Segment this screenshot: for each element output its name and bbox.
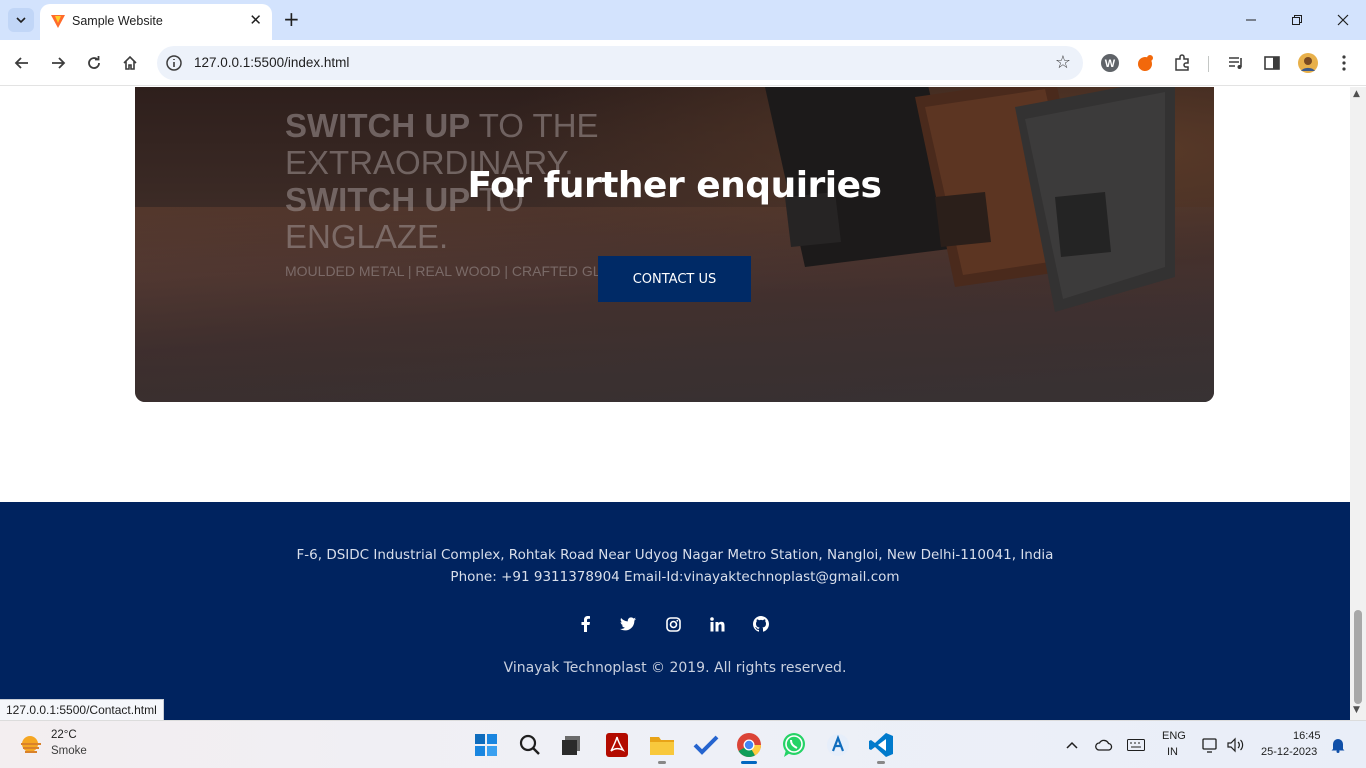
- tray-overflow-chevron-icon[interactable]: [1062, 735, 1082, 755]
- contact-us-button[interactable]: CONTACT US: [598, 256, 751, 302]
- footer-address-block: F-6, DSIDC Industrial Complex, Rohtak Ro…: [0, 544, 1350, 588]
- page-scrollbar[interactable]: ▲ ▼: [1350, 87, 1366, 720]
- vite-favicon-icon: [51, 15, 65, 28]
- footer-contact: Phone: +91 9311378904 Email-Id:vinayakte…: [450, 569, 900, 585]
- minimize-button[interactable]: [1236, 8, 1266, 32]
- reload-icon: [88, 56, 100, 69]
- site-footer: F-6, DSIDC Industrial Complex, Rohtak Ro…: [0, 502, 1350, 720]
- ad-headline-1-bold: SWITCH UP: [285, 107, 471, 144]
- search-icon[interactable]: [514, 729, 546, 761]
- footer-copyright: Vinayak Technoplast © 2019. All rights r…: [503, 660, 847, 676]
- bookmark-star-icon[interactable]: ☆: [1055, 52, 1071, 73]
- start-windows-icon[interactable]: [470, 729, 502, 761]
- chevron-down-icon: [16, 17, 26, 24]
- weather-description[interactable]: Smoke: [51, 745, 87, 757]
- scroll-up-arrow-icon[interactable]: ▲: [1353, 89, 1360, 99]
- footer-address: F-6, DSIDC Industrial Complex, Rohtak Ro…: [296, 547, 1054, 563]
- close-window-button[interactable]: [1328, 8, 1358, 32]
- toolbar-divider: [1208, 56, 1209, 72]
- arrow-right-icon: [52, 57, 66, 69]
- vscode-icon[interactable]: [865, 729, 897, 761]
- weather-smoke-icon[interactable]: [18, 732, 44, 758]
- tab-title: Sample Website: [72, 14, 163, 28]
- tab-search-button[interactable]: [8, 8, 34, 32]
- network-monitor-icon[interactable]: [1201, 735, 1221, 755]
- home-button[interactable]: [118, 51, 142, 75]
- menu-kebab-icon[interactable]: [1333, 52, 1355, 74]
- vscode-running-indicator: [877, 761, 885, 764]
- task-view-icon[interactable]: [555, 729, 587, 761]
- back-button[interactable]: [10, 51, 34, 75]
- whatsapp-icon[interactable]: [778, 729, 810, 761]
- extension-w-icon[interactable]: W: [1099, 52, 1121, 74]
- language-region[interactable]: IN: [1167, 746, 1178, 758]
- reload-button[interactable]: [82, 51, 106, 75]
- linkedin-icon[interactable]: [707, 614, 727, 634]
- minimize-icon: [1246, 19, 1256, 21]
- enquiry-banner: SWITCH UP TO THE EXTRAORDINARY. SWITCH U…: [135, 87, 1214, 402]
- extensions-puzzle-icon[interactable]: [1171, 52, 1193, 74]
- tab-strip: Sample Website ✕ +: [0, 0, 1366, 40]
- profile-avatar[interactable]: [1297, 52, 1319, 74]
- svg-text:W: W: [1105, 58, 1116, 70]
- tab-close-icon[interactable]: ✕: [249, 11, 262, 29]
- page-viewport: SWITCH UP TO THE EXTRAORDINARY. SWITCH U…: [0, 87, 1350, 720]
- instagram-icon[interactable]: [663, 614, 683, 634]
- todo-check-icon[interactable]: [690, 729, 722, 761]
- github-icon[interactable]: [751, 614, 771, 634]
- language-indicator[interactable]: ENG: [1162, 730, 1186, 742]
- weather-temperature[interactable]: 22°C: [51, 729, 77, 741]
- restore-icon: [1292, 15, 1302, 25]
- home-icon: [123, 55, 137, 70]
- browser-tab[interactable]: Sample Website ✕: [40, 4, 272, 40]
- file-explorer-running-indicator: [658, 761, 666, 764]
- twitter-icon[interactable]: [618, 614, 638, 634]
- link-status-bubble: 127.0.0.1:5500/Contact.html: [0, 699, 164, 720]
- clock-time[interactable]: 16:45: [1293, 730, 1321, 742]
- clock-date[interactable]: 25-12-2023: [1261, 746, 1317, 758]
- ad-headline-1-rest: TO THE: [470, 107, 599, 144]
- notification-bell-icon[interactable]: [1328, 735, 1348, 755]
- extension-orange-icon[interactable]: [1135, 52, 1157, 74]
- chrome-icon[interactable]: [733, 729, 765, 761]
- close-icon: [1337, 14, 1349, 26]
- enquiry-title: For further enquiries: [467, 165, 882, 206]
- site-info-icon[interactable]: [165, 54, 183, 72]
- volume-icon[interactable]: [1226, 735, 1246, 755]
- url-text[interactable]: 127.0.0.1:5500/index.html: [194, 55, 349, 70]
- forward-button[interactable]: [46, 51, 70, 75]
- app-installer-icon[interactable]: [822, 729, 854, 761]
- windows-taskbar: 22°C Smoke ENG IN 16:45 25-12-2023: [0, 720, 1366, 768]
- file-explorer-icon[interactable]: [646, 729, 678, 761]
- social-links: [575, 614, 775, 634]
- facebook-icon[interactable]: [575, 614, 595, 634]
- new-tab-button[interactable]: +: [283, 8, 300, 30]
- media-control-icon[interactable]: [1225, 52, 1247, 74]
- ad-headline-2b: ENGLAZE.: [285, 218, 449, 255]
- browser-toolbar: 127.0.0.1:5500/index.html ☆ W: [0, 40, 1366, 86]
- onedrive-cloud-icon[interactable]: [1094, 735, 1114, 755]
- keyboard-icon[interactable]: [1126, 735, 1146, 755]
- ad-tagline: MOULDED METAL | REAL WOOD | CRAFTED GLA: [285, 263, 605, 279]
- scroll-thumb[interactable]: [1354, 610, 1362, 704]
- chrome-active-indicator: [741, 761, 757, 764]
- side-panel-icon[interactable]: [1261, 52, 1283, 74]
- restore-button[interactable]: [1282, 8, 1312, 32]
- adobe-acrobat-icon[interactable]: [601, 729, 633, 761]
- arrow-left-icon: [14, 57, 28, 69]
- address-bar[interactable]: 127.0.0.1:5500/index.html ☆: [157, 46, 1083, 80]
- scroll-down-arrow-icon[interactable]: ▼: [1353, 705, 1360, 715]
